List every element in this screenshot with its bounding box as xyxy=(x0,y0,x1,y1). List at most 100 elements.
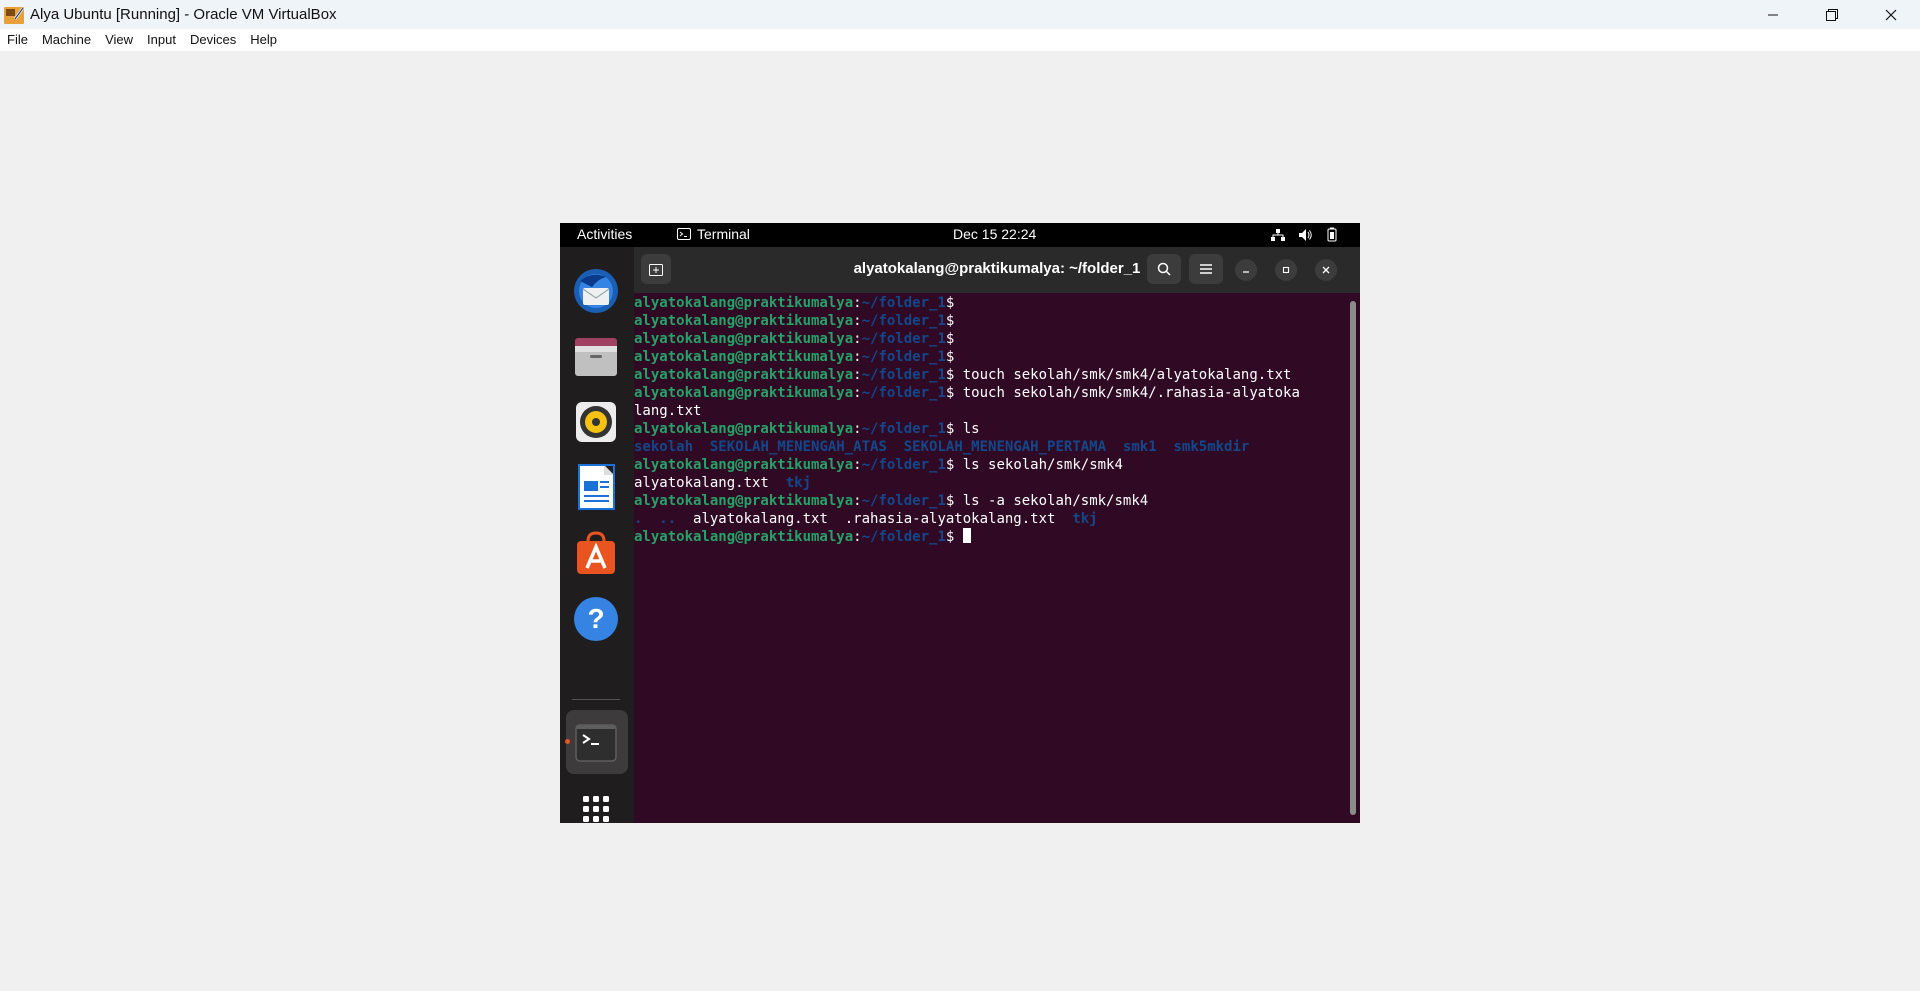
close-icon xyxy=(1885,9,1896,20)
prompt-separator: : xyxy=(853,457,862,473)
prompt-separator: : xyxy=(853,349,862,365)
prompt-line: alyatokalang@praktikumalya:~/folder_1$ xyxy=(634,330,1346,348)
file-entry xyxy=(1055,511,1072,527)
file-entry xyxy=(693,439,710,455)
ubuntu-software-dock-item[interactable] xyxy=(572,529,620,577)
topbar-app-menu[interactable]: Terminal xyxy=(677,226,750,242)
command-text xyxy=(954,529,962,545)
file-entry xyxy=(1106,439,1123,455)
thunderbird-dock-item[interactable] xyxy=(572,267,620,315)
search-button[interactable] xyxy=(1147,254,1181,284)
directory-entry: SEKOLAH_MENENGAH_PERTAMA xyxy=(903,439,1107,455)
output-line: lang.txt xyxy=(634,402,1346,420)
directory-entry: smk5mkdir xyxy=(1173,439,1250,455)
prompt-line: alyatokalang@praktikumalya:~/folder_1$ xyxy=(634,294,1346,312)
maximize-icon xyxy=(1282,266,1290,274)
terminal-dock-item[interactable] xyxy=(572,719,620,767)
prompt-line: alyatokalang@praktikumalya:~/folder_1$ l… xyxy=(634,420,1346,438)
prompt-path: ~/folder_1 xyxy=(861,313,946,329)
prompt-path: ~/folder_1 xyxy=(861,331,946,347)
vm-display[interactable]: Activities Terminal Dec 15 22:24 ? alyat… xyxy=(560,223,1360,823)
libreoffice-writer-icon xyxy=(578,464,615,510)
prompt-user: alyatokalang@praktikumalya xyxy=(634,367,854,383)
minimize-icon xyxy=(1767,14,1778,15)
terminal-close-button[interactable] xyxy=(1315,259,1337,281)
directory-entry: tkj xyxy=(1072,511,1098,527)
show-applications-button[interactable] xyxy=(572,788,620,823)
terminal-maximize-button[interactable] xyxy=(1275,259,1297,281)
prompt-path: ~/folder_1 xyxy=(861,367,946,383)
close-button[interactable] xyxy=(1861,0,1920,29)
terminal-output[interactable]: alyatokalang@praktikumalya:~/folder_1$ al… xyxy=(634,293,1346,823)
prompt-separator: : xyxy=(853,493,862,509)
thunderbird-icon xyxy=(574,269,618,313)
prompt-path: ~/folder_1 xyxy=(861,457,946,473)
prompt-path: ~/folder_1 xyxy=(861,385,946,401)
topbar-clock[interactable]: Dec 15 22:24 xyxy=(953,226,1036,242)
file-entry: alyatokalang.txt xyxy=(693,511,828,527)
terminal-minimize-button[interactable] xyxy=(1235,259,1257,281)
file-entry: alyatokalang.txt xyxy=(634,475,769,491)
file-entry xyxy=(676,511,693,527)
activities-button[interactable]: Activities xyxy=(577,226,632,242)
file-entry xyxy=(1157,439,1174,455)
prompt-separator: : xyxy=(853,529,862,545)
help-icon: ? xyxy=(574,597,618,641)
help-dock-item[interactable]: ? xyxy=(572,595,620,643)
menu-input[interactable]: Input xyxy=(140,29,183,51)
terminal-header-bar: alyatokalang@praktikumalya: ~/folder_1 xyxy=(634,247,1360,293)
libreoffice-writer-dock-item[interactable] xyxy=(572,463,620,511)
ubuntu-dock: ? xyxy=(560,247,634,823)
prompt-line: alyatokalang@praktikumalya:~/folder_1$ t… xyxy=(634,384,1346,402)
system-status-area[interactable] xyxy=(1271,227,1338,242)
files-dock-item[interactable] xyxy=(572,332,620,380)
prompt-separator: : xyxy=(853,421,862,437)
output-line: alyatokalang.txt tkj xyxy=(634,474,1346,492)
ubuntu-software-icon xyxy=(577,531,615,574)
prompt-line: alyatokalang@praktikumalya:~/folder_1$ xyxy=(634,312,1346,330)
prompt-user: alyatokalang@praktikumalya xyxy=(634,313,854,329)
terminal-scrollbar-thumb[interactable] xyxy=(1350,301,1356,815)
volume-icon xyxy=(1299,228,1312,241)
prompt-symbol: $ xyxy=(945,313,955,329)
menu-machine[interactable]: Machine xyxy=(35,29,98,51)
svg-text:?: ? xyxy=(587,603,604,634)
prompt-symbol: $ xyxy=(945,349,955,365)
file-entry xyxy=(887,439,904,455)
prompt-path: ~/folder_1 xyxy=(861,529,946,545)
prompt-path: ~/folder_1 xyxy=(861,349,946,365)
virtualbox-app-icon xyxy=(3,4,25,26)
prompt-separator: : xyxy=(853,331,862,347)
menu-help[interactable]: Help xyxy=(243,29,284,51)
menu-file[interactable]: File xyxy=(0,29,35,51)
prompt-user: alyatokalang@praktikumalya xyxy=(634,385,854,401)
prompt-line: alyatokalang@praktikumalya:~/folder_1$ xyxy=(634,528,1346,546)
directory-entry: SEKOLAH_MENENGAH_ATAS xyxy=(709,439,887,455)
app-grid-icon xyxy=(583,796,609,822)
menu-devices[interactable]: Devices xyxy=(183,29,243,51)
prompt-path: ~/folder_1 xyxy=(861,421,946,437)
network-icon xyxy=(1271,228,1285,241)
command-text: touch sekolah/smk/smk4/alyatokalang.txt xyxy=(954,367,1292,383)
prompt-symbol: $ xyxy=(945,295,955,311)
file-entry xyxy=(828,511,845,527)
prompt-user: alyatokalang@praktikumalya xyxy=(634,331,854,347)
window-title: Alya Ubuntu [Running] - Oracle VM Virtua… xyxy=(30,6,337,23)
running-indicator xyxy=(565,739,570,744)
minimize-button[interactable] xyxy=(1743,0,1802,29)
main-menu-button[interactable] xyxy=(1189,254,1223,284)
prompt-line: alyatokalang@praktikumalya:~/folder_1$ l… xyxy=(634,492,1346,510)
terminal-small-icon xyxy=(677,228,691,240)
directory-entry: smk1 xyxy=(1122,439,1157,455)
prompt-separator: : xyxy=(853,367,862,383)
host-menu-bar: File Machine View Input Devices Help xyxy=(0,29,1920,51)
rhythmbox-dock-item[interactable] xyxy=(572,398,620,446)
prompt-separator: : xyxy=(853,313,862,329)
prompt-line: alyatokalang@praktikumalya:~/folder_1$ l… xyxy=(634,456,1346,474)
restore-button[interactable] xyxy=(1802,0,1861,29)
file-entry xyxy=(642,511,659,527)
directory-entry: .. xyxy=(659,511,677,527)
battery-icon xyxy=(1327,227,1337,242)
prompt-user: alyatokalang@praktikumalya xyxy=(634,493,854,509)
menu-view[interactable]: View xyxy=(98,29,140,51)
